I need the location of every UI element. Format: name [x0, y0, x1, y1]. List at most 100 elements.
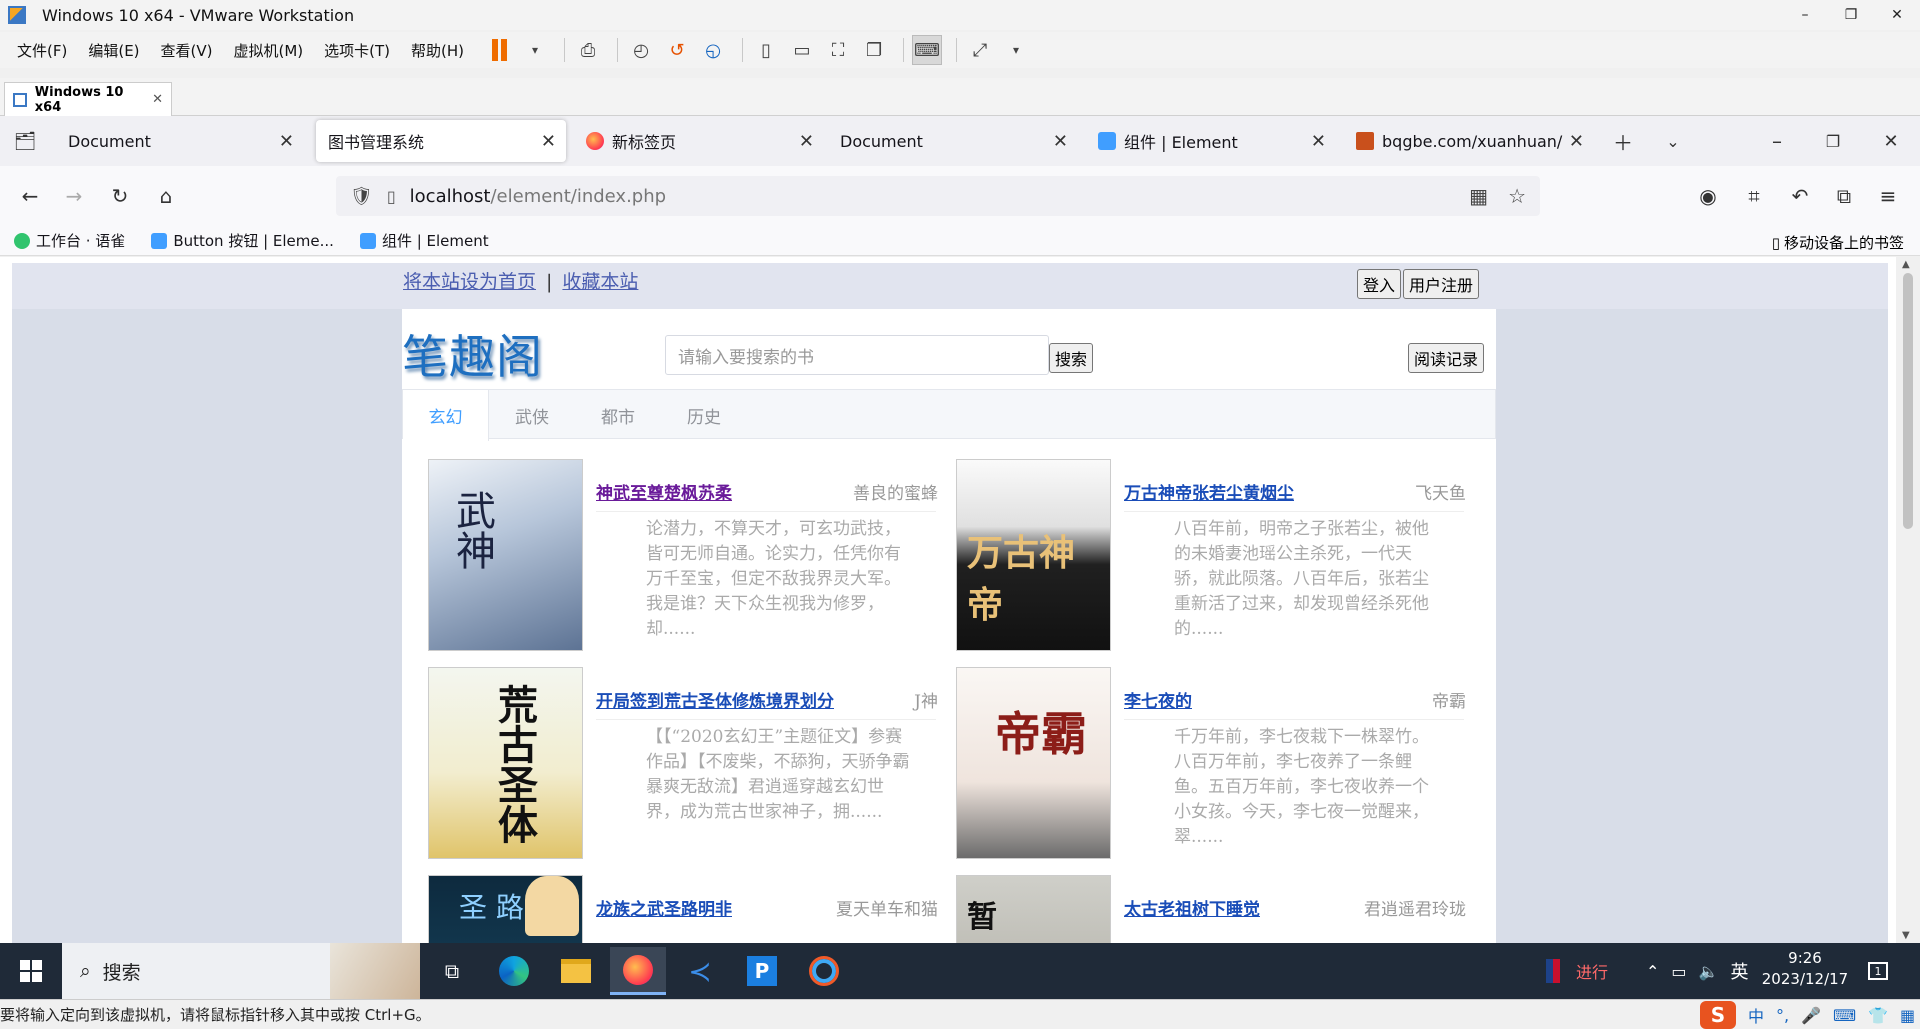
vscode-icon[interactable]: ≺	[672, 947, 728, 995]
shield-icon[interactable]: 🛡	[350, 186, 373, 207]
close-tab-icon[interactable]: ✕	[541, 131, 556, 152]
scroll-up-icon[interactable]: ▲	[1902, 259, 1910, 270]
bookmark-star-icon[interactable]: ☆	[1508, 184, 1526, 208]
menu-vm[interactable]: 虚拟机(M)	[230, 40, 308, 61]
book-title-link[interactable]: 开局签到荒古圣体修炼境界划分	[596, 687, 834, 712]
ai-app-icon[interactable]	[796, 947, 852, 995]
input-language[interactable]: 英	[1730, 958, 1748, 984]
unity-icon[interactable]: ❐	[859, 35, 889, 65]
tab-element[interactable]: 组件 | Element ✕	[1086, 120, 1336, 162]
pause-dropdown-icon[interactable]: ▾	[520, 35, 550, 65]
sidebar-view-icon[interactable]: ▯	[751, 35, 781, 65]
thumbnail-view-icon[interactable]: ▭	[787, 35, 817, 65]
back-icon[interactable]: ←	[14, 180, 46, 212]
book-cover[interactable]: 万古神帝	[956, 459, 1111, 651]
new-tab-icon[interactable]: ＋	[1602, 120, 1644, 162]
site-logo[interactable]: 笔趣阁	[402, 321, 543, 387]
pause-icon[interactable]	[484, 35, 514, 65]
phpstudy-icon[interactable]: P	[734, 947, 790, 995]
book-cover[interactable]: 暂	[956, 875, 1111, 943]
edge-icon[interactable]	[486, 947, 542, 995]
toolbox-icon[interactable]: ▦	[1900, 1006, 1915, 1025]
tab-document-1[interactable]: Document ✕	[56, 120, 304, 162]
keyboard-icon[interactable]: ⌨	[1833, 1006, 1856, 1025]
firefox-view-icon[interactable]: 🗂	[4, 120, 46, 162]
book-title-link[interactable]: 太古老祖树下睡觉	[1124, 895, 1260, 920]
register-button[interactable]: 用户注册	[1403, 269, 1480, 299]
tab-book-system[interactable]: 图书管理系统 ✕	[316, 120, 566, 162]
book-cover[interactable]: 帝霸	[956, 667, 1111, 859]
login-button[interactable]: 登入	[1357, 269, 1402, 299]
revert-snapshot-icon[interactable]: ↺	[662, 35, 692, 65]
notification-center[interactable]: 1	[1868, 943, 1888, 999]
qr-code-icon[interactable]: ▦	[1469, 184, 1488, 208]
ime-mode[interactable]: 中	[1748, 1003, 1764, 1027]
tab-xuanhuan[interactable]: 玄幻	[403, 390, 489, 441]
menu-help[interactable]: 帮助(H)	[407, 40, 468, 61]
book-title-link[interactable]: 龙族之武圣路明非	[596, 895, 732, 920]
minimize-icon[interactable]: –	[1756, 120, 1798, 162]
book-title-link[interactable]: 李七夜的	[1124, 687, 1192, 712]
tab-new-tab[interactable]: 新标签页 ✕	[574, 120, 824, 162]
list-tabs-chevron-icon[interactable]: ⌄	[1652, 120, 1694, 162]
tab-lishi[interactable]: 历史	[661, 390, 747, 440]
url-text[interactable]: localhost/element/index.php	[410, 186, 666, 207]
bookmark-site-link[interactable]: 收藏本站	[562, 271, 638, 293]
menu-edit[interactable]: 编辑(E)	[84, 40, 143, 61]
snapshot-manager-icon[interactable]: ◵	[698, 35, 728, 65]
restore-icon[interactable]: ❐	[1812, 120, 1854, 162]
url-bar[interactable]: 🛡 ▯ localhost/element/index.php ▦ ☆	[336, 176, 1540, 216]
chevron-up-icon[interactable]: ⌃	[1646, 962, 1659, 981]
network-icon[interactable]: ▭	[1671, 962, 1686, 981]
close-icon[interactable]: ✕	[152, 92, 163, 107]
bookmark-element-button[interactable]: Button 按钮 | Eleme...	[151, 230, 334, 251]
fullscreen-icon[interactable]: ⛶	[823, 35, 853, 65]
book-title-link[interactable]: 万古神帝张若尘黄烟尘	[1124, 479, 1294, 504]
firefox-icon[interactable]	[610, 947, 666, 995]
undo-icon[interactable]: ↶	[1784, 180, 1816, 212]
hamburger-menu-icon[interactable]: ≡	[1872, 180, 1904, 212]
vm-tab-windows10[interactable]: Windows 10 x64 ✕	[4, 82, 172, 116]
menu-tabs[interactable]: 选项卡(T)	[320, 40, 394, 61]
tray-news[interactable]: 进行	[1546, 943, 1608, 999]
send-keys-icon[interactable]: ⎙	[573, 35, 603, 65]
extensions-icon[interactable]: ⧉	[1828, 180, 1860, 212]
vertical-scrollbar[interactable]: ▲ ▼	[1896, 257, 1920, 943]
snapshot-icon[interactable]: ◴	[626, 35, 656, 65]
reload-icon[interactable]: ↻	[104, 180, 136, 212]
home-icon[interactable]: ⌂	[150, 180, 182, 212]
stretch-dropdown-icon[interactable]: ▾	[1001, 35, 1031, 65]
tab-bqgbe[interactable]: bqgbe.com/xuanhuan/ ✕	[1344, 120, 1594, 162]
restore-icon[interactable]: ❐	[1828, 0, 1874, 30]
task-view-icon[interactable]: ⧉	[424, 947, 480, 995]
scrollbar-thumb[interactable]	[1903, 273, 1913, 529]
start-button[interactable]	[0, 943, 62, 999]
sogou-ime-icon[interactable]: S	[1700, 1001, 1736, 1029]
stretch-icon[interactable]: ⤢	[965, 35, 995, 65]
forward-icon[interactable]: →	[58, 180, 90, 212]
book-cover[interactable]: 荒古圣体	[428, 667, 583, 859]
close-tab-icon[interactable]: ✕	[279, 131, 294, 152]
tab-document-2[interactable]: Document ✕	[828, 120, 1078, 162]
tab-dushi[interactable]: 都市	[575, 390, 661, 440]
menu-file[interactable]: 文件(F)	[13, 40, 71, 61]
bookmark-yuque[interactable]: 工作台 · 语雀	[14, 230, 125, 251]
clock[interactable]: 9:26 2023/12/17	[1760, 948, 1850, 990]
volume-icon[interactable]: 🔈	[1699, 962, 1719, 981]
close-tab-icon[interactable]: ✕	[799, 131, 814, 152]
file-explorer-icon[interactable]	[548, 947, 604, 995]
mobile-bookmarks[interactable]: ▯ 移动设备上的书签	[1772, 232, 1904, 253]
account-icon[interactable]: ◉	[1692, 180, 1724, 212]
crop-screenshot-icon[interactable]: ⌗	[1738, 180, 1770, 212]
microphone-icon[interactable]: 🎤	[1801, 1006, 1821, 1025]
close-tab-icon[interactable]: ✕	[1053, 131, 1068, 152]
close-icon[interactable]: ✕	[1870, 120, 1912, 162]
set-homepage-link[interactable]: 将本站设为首页	[403, 271, 536, 293]
close-tab-icon[interactable]: ✕	[1311, 131, 1326, 152]
search-button[interactable]: 搜索	[1049, 343, 1094, 373]
bookmark-element-components[interactable]: 组件 | Element	[359, 230, 489, 251]
minimize-icon[interactable]: –	[1782, 0, 1828, 30]
book-cover[interactable]: 圣 路	[428, 875, 583, 943]
skin-icon[interactable]: 👕	[1868, 1006, 1888, 1025]
close-tab-icon[interactable]: ✕	[1569, 131, 1584, 152]
